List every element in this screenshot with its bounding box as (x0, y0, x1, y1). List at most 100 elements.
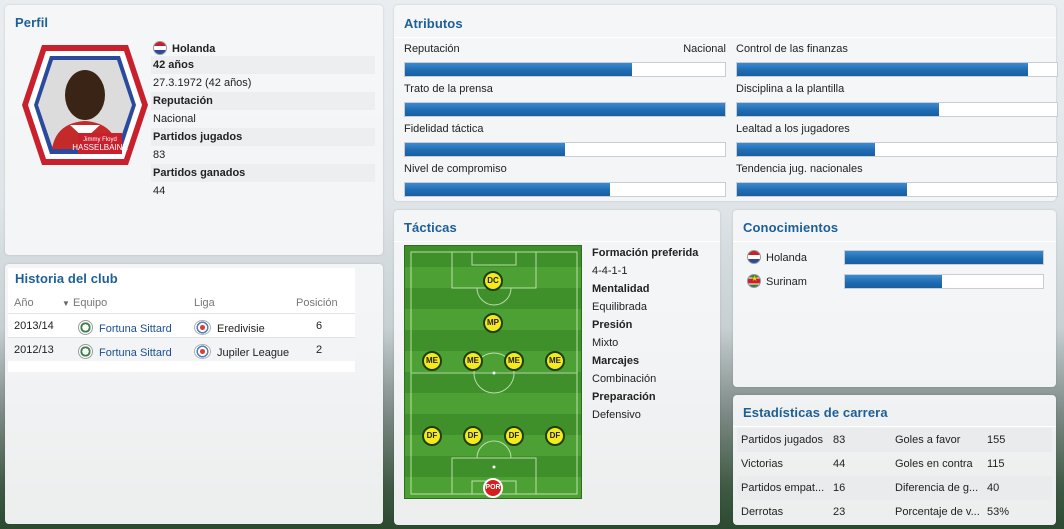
attribute-bar (404, 102, 726, 117)
suriname-flag-icon (747, 274, 761, 288)
league-logo-icon (194, 344, 211, 359)
mentality-value: Equilibrada (592, 301, 648, 313)
table-row[interactable]: 2013/14 Fortuna Sittard Eredivisie 6 (8, 313, 355, 337)
league-logo-icon (194, 320, 211, 335)
col-team[interactable]: ▼ Equipo (62, 297, 107, 309)
matches-value: 83 (153, 149, 166, 161)
table-row[interactable]: 2012/13 Fortuna Sittard Jupiler League 2 (8, 337, 355, 361)
club-crest-icon (78, 344, 93, 359)
formation-label: Formación preferida (592, 247, 699, 259)
netherlands-flag-icon (153, 41, 167, 55)
attribute-bar-fill (405, 143, 565, 156)
mentality-label: Mentalidad (592, 283, 650, 295)
knowledge-title: Conocimientos (743, 220, 839, 235)
stat-label: Goles en contra (895, 458, 973, 470)
player-me-2[interactable]: ME (463, 351, 483, 371)
player-dc[interactable]: DC (483, 271, 503, 291)
stat-value: 83 (833, 434, 846, 446)
wins-label: Partidos ganados (151, 164, 375, 182)
reputation-value: Nacional (153, 113, 196, 125)
knowledge-bar-fill (845, 251, 1043, 264)
col-year[interactable]: Año (14, 297, 34, 309)
preparation-value: Defensivo (592, 409, 641, 421)
attributes-panel: Atributos Reputación Nacional Control de l… (394, 5, 1058, 201)
col-league[interactable]: Liga (194, 297, 215, 309)
knowledge-row-holanda: Holanda (743, 246, 1048, 268)
player-me-1[interactable]: ME (422, 351, 442, 371)
stats-row: Partidos empat... 16 Diferencia de g... … (737, 476, 1052, 500)
player-por[interactable]: POR (483, 478, 503, 498)
attribute-label: Lealtad a los jugadores (736, 123, 850, 135)
stat-value: 155 (987, 434, 1006, 446)
player-df-2[interactable]: DF (463, 426, 483, 446)
birthdate-value: 27.3.1972 (42 años) (153, 77, 252, 89)
knowledge-row-surinam: Surinam (743, 270, 1048, 292)
stat-label: Goles a favor (895, 434, 961, 446)
col-position[interactable]: Posición (296, 297, 338, 309)
attribute-bar-fill (737, 63, 1029, 76)
svg-text:HASSELBAINK: HASSELBAINK (72, 143, 128, 152)
tactics-title: Tácticas (404, 220, 457, 235)
pressure-value: Mixto (592, 337, 619, 349)
tactics-pitch: DC MP ME ME ME ME DF DF DF DF POR (404, 245, 582, 499)
stat-value: 44 (833, 458, 846, 470)
club-crest-icon (78, 320, 93, 335)
tactics-panel: Tácticas DC MP ME ME ME ME DF DF DF DF P… (394, 210, 720, 525)
year-cell: 2012/13 (14, 344, 54, 356)
attribute-bar (404, 62, 726, 77)
age-value: 42 años (151, 56, 375, 74)
marking-value: Combinación (592, 373, 657, 385)
stat-label: Partidos empat... (741, 482, 825, 494)
stat-label: Victorias (741, 458, 783, 470)
attribute-label: Reputación (404, 43, 460, 55)
player-me-3[interactable]: ME (504, 351, 524, 371)
player-df-1[interactable]: DF (422, 426, 442, 446)
attribute-bar (736, 102, 1058, 117)
stat-label: Diferencia de g... (895, 482, 979, 494)
attribute-label: Tendencia jug. nacionales (736, 163, 863, 175)
marking-label: Marcajes (592, 355, 640, 367)
attribute-bar-fill (737, 103, 939, 116)
knowledge-label: Surinam (747, 274, 807, 288)
attribute-label: Control de las finanzas (736, 43, 848, 55)
stat-value: 40 (987, 482, 1000, 494)
knowledge-panel: Conocimientos Holanda Surinam (733, 210, 1056, 387)
attribute-value-text: Nacional (683, 43, 726, 55)
player-me-4[interactable]: ME (545, 351, 565, 371)
stat-label: Derrotas (741, 506, 784, 518)
knowledge-bar (844, 250, 1044, 265)
matches-label: Partidos jugados (151, 128, 375, 146)
league-cell[interactable]: Eredivisie (194, 320, 265, 335)
club-history-title: Historia del club (15, 271, 118, 286)
knowledge-label: Holanda (747, 250, 807, 264)
team-cell[interactable]: Fortuna Sittard (78, 344, 172, 359)
stats-row: Victorias 44 Goles en contra 115 (737, 452, 1052, 476)
stat-value: 53% (987, 506, 1010, 518)
attributes-title: Atributos (404, 16, 463, 31)
attribute-bar (404, 182, 726, 197)
profile-title: Perfil (15, 15, 49, 30)
attribute-label: Trato de la prensa (404, 83, 493, 95)
player-df-3[interactable]: DF (504, 426, 524, 446)
career-stats-title: Estadísticas de carrera (743, 405, 888, 420)
preparation-label: Preparación (592, 391, 656, 403)
attribute-bar (736, 142, 1058, 157)
wins-value: 44 (153, 185, 166, 197)
player-df-4[interactable]: DF (545, 426, 565, 446)
career-stats-panel: Estadísticas de carrera Partidos jugados… (733, 395, 1056, 525)
attribute-label: Fidelidad táctica (404, 123, 484, 135)
league-cell[interactable]: Jupiler League (194, 344, 289, 359)
position-cell: 6 (316, 320, 323, 332)
team-cell[interactable]: Fortuna Sittard (78, 320, 172, 335)
manager-photo-badge: Jimmy Floyd HASSELBAINK (22, 45, 148, 165)
attribute-bar-fill (405, 183, 610, 196)
attribute-label: Disciplina a la plantilla (736, 83, 845, 95)
stats-row: Derrotas 23 Porcentaje de v... 53% (737, 500, 1052, 524)
attribute-bar (404, 142, 726, 157)
attribute-bar-fill (405, 63, 633, 76)
stat-value: 23 (833, 506, 846, 518)
attribute-bar-fill (405, 103, 725, 116)
player-mp[interactable]: MP (483, 313, 503, 333)
club-history-panel: Historia del club Año ▼ Equipo Liga Posi… (5, 264, 383, 524)
nationality-row: Holanda (151, 38, 375, 56)
